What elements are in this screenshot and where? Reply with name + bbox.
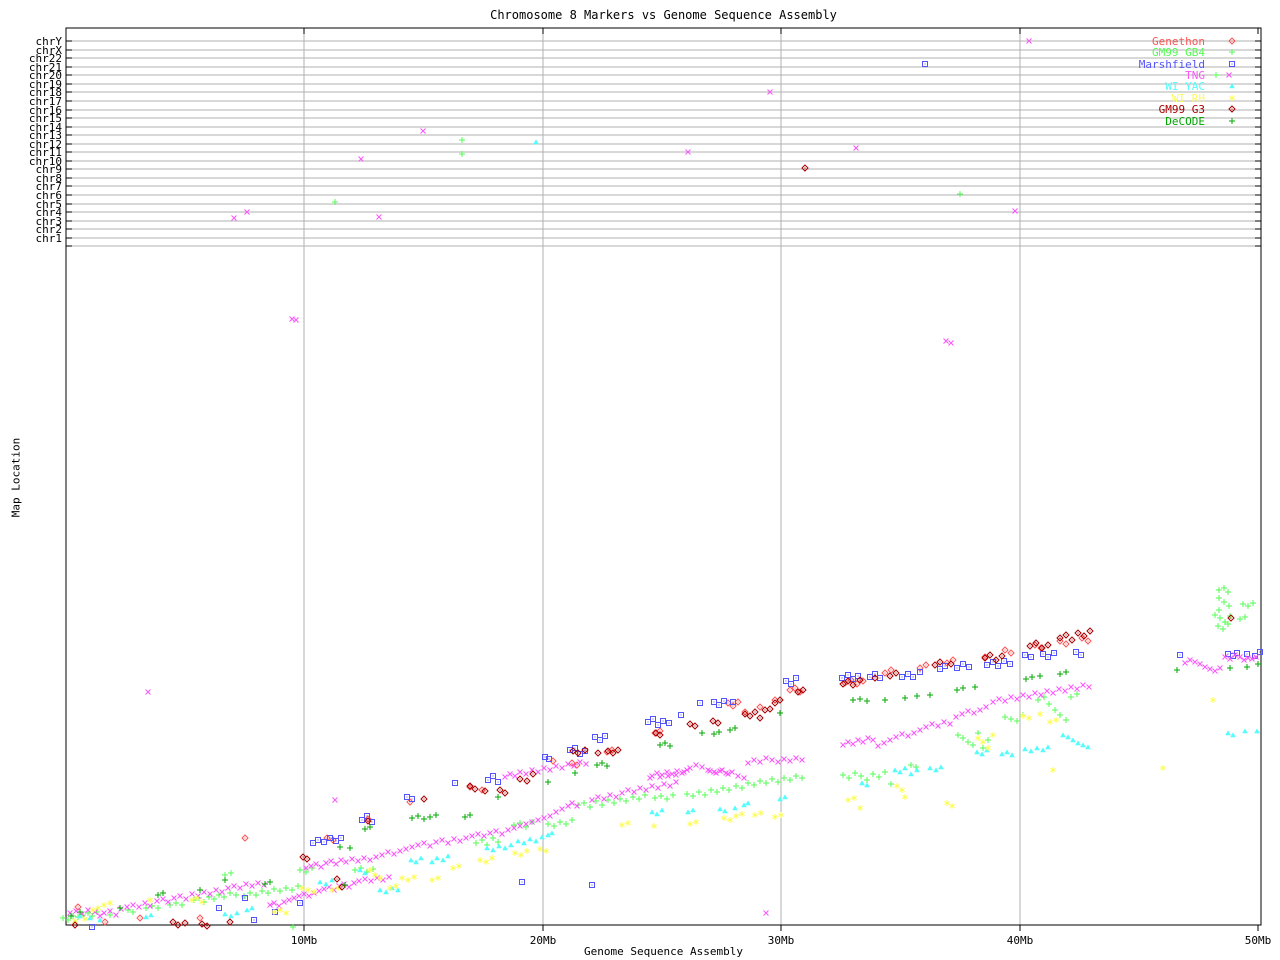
series-points-decode (68, 661, 1261, 919)
chart-title: Chromosome 8 Markers vs Genome Sequence … (66, 8, 1261, 22)
series-points-wi-rh (72, 697, 1215, 924)
plot-svg: chrYchrXchr22chr21chr20chr19chr18chr17ch… (0, 0, 1280, 960)
series-points-marshfield (90, 62, 1263, 930)
series-points-gm99-g3 (72, 165, 1234, 929)
series-points-genethon (75, 635, 1091, 925)
y-axis-label: Map Location (10, 428, 23, 528)
series-points-wi-yac (77, 139, 1260, 922)
legend-label: DeCODE (1165, 115, 1205, 128)
legend: GenethonGM99 GB4MarshfieldTNGWI YACWI RH… (1139, 35, 1235, 128)
series-points-tng (68, 39, 1259, 919)
x-axis-label: Genome Sequence Assembly (66, 945, 1261, 958)
plot-border (66, 28, 1261, 925)
chromosome8-marker-plot: chrYchrXchr22chr21chr20chr19chr18chr17ch… (0, 0, 1280, 960)
series-points-gm99-gb4 (60, 137, 1256, 930)
chromosome-bands: chrYchrXchr22chr21chr20chr19chr18chr17ch… (29, 35, 1261, 246)
chromosome-label: chr1 (36, 232, 63, 245)
legend-item-decode: DeCODE (1165, 115, 1235, 128)
